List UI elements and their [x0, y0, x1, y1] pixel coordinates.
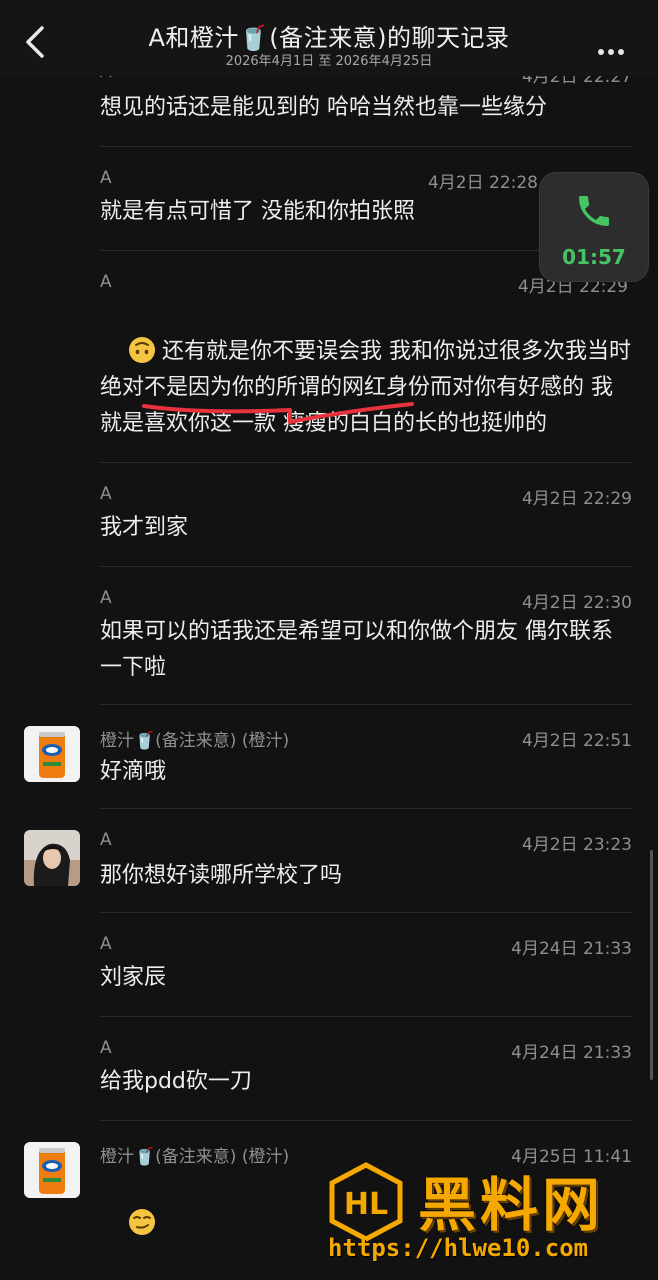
scrollbar[interactable]: [650, 850, 653, 1080]
chat-history-header: A和橙汁🥤(备注来意)的聊天记录 2026年4月1日 至 2026年4月25日: [0, 0, 658, 76]
message-sender: A: [100, 934, 112, 954]
message-time: 4月24日 21:33: [511, 939, 632, 959]
hl-hexagon-logo-icon: HL: [329, 1162, 403, 1242]
message-sender: A: [100, 588, 112, 608]
message-sender: A: [100, 168, 112, 188]
fanta-can-icon: [24, 726, 80, 782]
watermark-brand-name: 黑料网: [418, 1171, 605, 1239]
message-time: 4月2日 22:28: [427, 173, 538, 193]
red-underline-annotation: [142, 402, 414, 424]
message-time: 4月2日 23:23: [521, 835, 632, 855]
message-item[interactable]: A 4月24日 21:33 给我pdd砍一刀: [0, 1016, 658, 1121]
message-text: 我才到家: [100, 515, 189, 540]
upside-down-face-icon: [128, 337, 155, 363]
message-item[interactable]: A 4月2日 22:29 我才到家: [0, 462, 658, 567]
message-sender: A: [100, 1038, 112, 1058]
message-sender: A: [100, 830, 112, 850]
message-item[interactable]: A 4月2日 22:30 如果可以的话我还是希望可以和你做个朋友 偶尔联系一下啦: [0, 566, 658, 705]
message-time: 4月2日 22:51: [521, 731, 632, 751]
message-item[interactable]: A 4月2日 23:23 那你想好读哪所学校了吗: [0, 808, 658, 913]
message-time: 4月2日 22:30: [521, 593, 632, 613]
message-text: 给我pdd砍一刀: [100, 1069, 252, 1094]
voice-call-floating-window[interactable]: 01:57: [540, 173, 648, 281]
fanta-can-icon: [24, 1142, 80, 1198]
user-photo-avatar[interactable]: [24, 830, 80, 886]
svg-text:HL: HL: [344, 1187, 388, 1222]
phone-icon: [579, 196, 609, 226]
message-text: 如果可以的话我还是希望可以和你做个朋友 偶尔联系一下啦: [100, 619, 613, 680]
smirk-face-icon: [128, 1209, 155, 1235]
message-item[interactable]: A 4月24日 21:33 刘家辰: [0, 912, 658, 1017]
message-text: 好滴哦: [100, 759, 167, 784]
fanta-can-avatar[interactable]: [24, 726, 80, 782]
message-text: 还有就是你不要误会我 我和你说过很多次我当时绝对不是因为你的所谓的网红身份而对你…: [100, 298, 632, 478]
message-text: 刘家辰: [100, 965, 167, 990]
call-duration: 01:57: [562, 245, 626, 269]
message-sender: 橙汁🥤(备注来意) (橙汁): [100, 731, 290, 751]
site-watermark: HL 黑料网 https://hlwe10.com: [320, 1158, 650, 1273]
more-options-icon[interactable]: [598, 40, 632, 55]
message-sender: A: [100, 272, 112, 292]
portrait-photo-icon: [24, 830, 80, 886]
page-title: A和橙汁🥤(备注来意)的聊天记录: [148, 24, 510, 52]
message-sender: 橙汁🥤(备注来意) (橙汁): [100, 1147, 290, 1167]
date-range-subtitle: 2026年4月1日 至 2026年4月25日: [225, 54, 433, 69]
message-time: 4月24日 21:33: [511, 1043, 632, 1063]
message-item[interactable]: 橙汁🥤(备注来意) (橙汁) 4月2日 22:51 好滴哦: [0, 704, 658, 809]
message-time: 4月2日 22:29: [521, 489, 632, 509]
fanta-can-avatar[interactable]: [24, 1142, 80, 1198]
watermark-url: https://hlwe10.com: [328, 1234, 589, 1262]
message-text: 那你想好读哪所学校了吗: [100, 863, 343, 888]
message-text: 想见的话还是能见到的 哈哈当然也靠一些缘分: [100, 95, 547, 120]
message-sender: A: [100, 484, 112, 504]
